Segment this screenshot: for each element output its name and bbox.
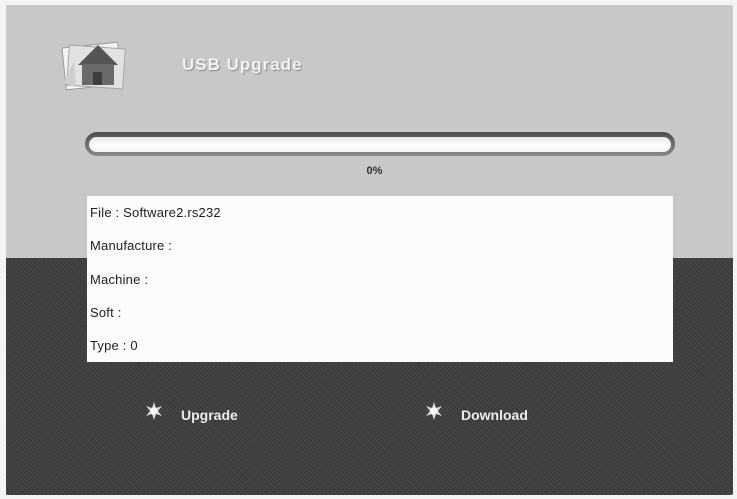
star-burst-icon [424,401,444,421]
info-soft: Soft : [90,305,122,320]
star-burst-icon [144,401,164,421]
upgrade-button[interactable]: Upgrade [144,401,274,425]
download-button[interactable]: Download [424,401,574,425]
progress-percent: 0% [366,165,383,177]
page-title: USB Upgrade [182,55,303,74]
info-manufacture: Manufacture : [90,238,173,253]
info-box: File : Software2.rs232 Manufacture : Mac… [87,196,673,362]
download-label: Download [461,407,528,423]
info-file: File : Software2.rs232 [90,205,221,220]
house-folder-icon [58,31,128,91]
info-type: Type : 0 [90,338,138,353]
upgrade-label: Upgrade [181,407,238,423]
upgrade-panel: USB Upgrade 0% File : Software2.rs232 Ma… [6,5,733,495]
progress-bar [85,132,675,156]
upgrade-screen: USB Upgrade 0% File : Software2.rs232 Ma… [0,0,737,499]
progress-track [89,137,671,152]
info-machine: Machine : [90,272,149,287]
